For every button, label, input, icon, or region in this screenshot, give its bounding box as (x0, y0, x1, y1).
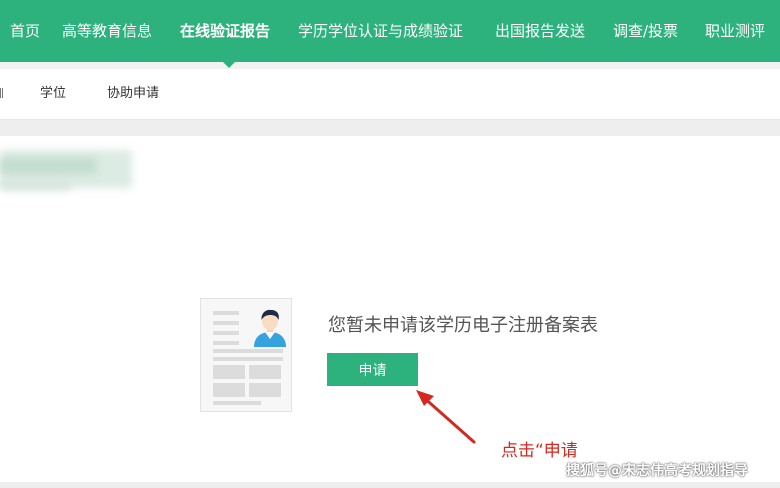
section-divider (0, 120, 780, 136)
document-profile-icon (200, 298, 292, 412)
person-avatar-icon (254, 309, 286, 347)
doc-field (213, 365, 245, 379)
apply-button[interactable]: 申请 (327, 353, 418, 386)
nav-item-home[interactable]: 首页 (10, 21, 40, 41)
nav-item-online-verification-report[interactable]: 在线验证报告 (180, 21, 270, 41)
nav-item-survey-vote[interactable]: 调查/投票 (613, 21, 678, 41)
doc-line (213, 311, 239, 315)
doc-line (213, 341, 239, 345)
sub-nav-item-degree[interactable]: 学位 (40, 86, 66, 102)
doc-line (213, 349, 283, 353)
doc-line (213, 331, 239, 335)
nav-item-overseas-report[interactable]: 出国报告发送 (495, 21, 585, 41)
blurred-header-subtext (0, 180, 70, 190)
empty-state-message: 您暂未申请该学历电子注册备案表 (328, 315, 598, 336)
doc-line (213, 401, 261, 405)
doc-field (213, 383, 245, 397)
watermark: 搜狐号@宋志伟高考规划指导 (566, 463, 748, 479)
top-nav: 首页 高等教育信息 在线验证报告 学历学位认证与成绩验证 出国报告发送 调查/投… (0, 0, 780, 62)
red-arrow-icon (416, 390, 476, 444)
blurred-header-text (0, 158, 96, 174)
active-tab-caret (222, 61, 236, 68)
doc-field (249, 365, 281, 379)
nav-item-degree-certification[interactable]: 学历学位认证与成绩验证 (298, 21, 463, 41)
nav-item-career-assessment[interactable]: 职业测评 (705, 21, 765, 41)
sub-nav-item-assist-apply[interactable]: 协助申请 (107, 86, 159, 102)
sub-nav: 学位 协助申请 (0, 69, 780, 120)
doc-line (213, 321, 239, 325)
doc-line (213, 357, 283, 361)
annotation-text: 点击“申请 (501, 441, 578, 461)
bottom-bar (0, 482, 780, 488)
main-panel: 您暂未申请该学历电子注册备案表 申请 (0, 136, 780, 482)
doc-field (249, 383, 281, 397)
nav-item-higher-education-info[interactable]: 高等教育信息 (62, 21, 152, 41)
sub-nav-truncated-item (0, 88, 3, 98)
